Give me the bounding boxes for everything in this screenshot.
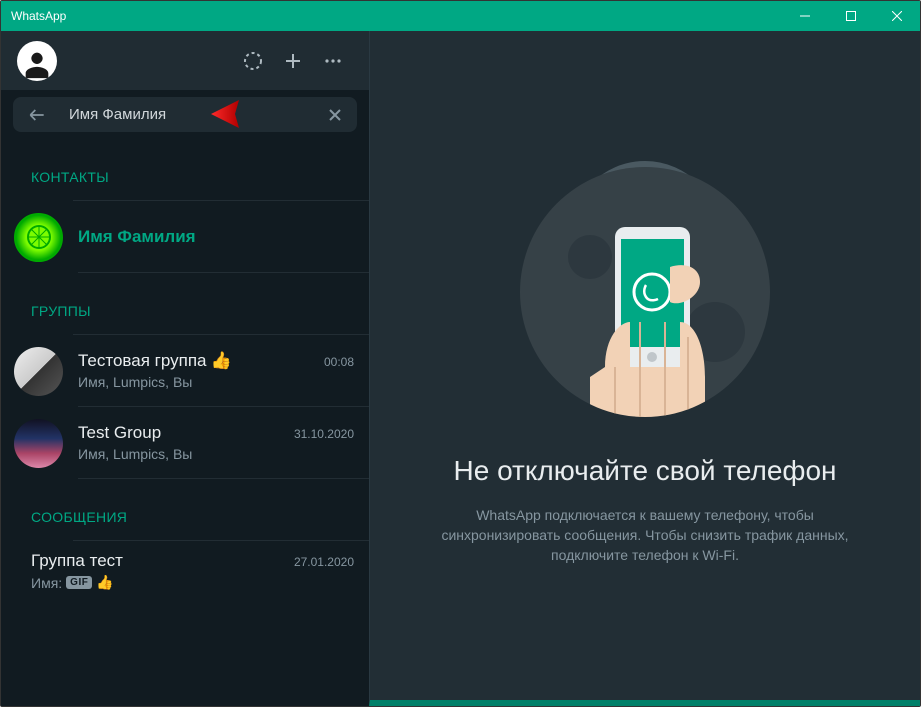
group-row[interactable]: Test Group 31.10.2020 Имя, Lumpics, Вы [1, 407, 369, 479]
group-name: Тестовая группа👍 [78, 351, 324, 371]
dots-icon [321, 49, 345, 73]
lime-icon [24, 222, 54, 252]
sidebar-header [1, 31, 369, 90]
titlebar: WhatsApp [1, 1, 920, 31]
search-results[interactable]: КОНТАКТЫ Имя Фамилия ГРУППЫ [1, 139, 369, 706]
search-box [13, 97, 357, 132]
arrow-left-icon [27, 105, 47, 125]
section-contacts: КОНТАКТЫ [1, 139, 369, 200]
menu-button[interactable] [313, 41, 353, 81]
maximize-button[interactable] [828, 1, 874, 31]
avatar-silhouette-icon [20, 47, 54, 81]
group-row[interactable]: Тестовая группа👍 00:08 Имя, Lumpics, Вы [1, 335, 369, 407]
main-panel: Не отключайте свой телефон WhatsApp подк… [369, 31, 920, 706]
gif-badge: GIF [66, 576, 92, 589]
search-input[interactable] [49, 106, 325, 123]
new-chat-button[interactable] [273, 41, 313, 81]
search-clear-button[interactable] [325, 107, 345, 123]
group-time: 31.10.2020 [294, 427, 354, 441]
content: КОНТАКТЫ Имя Фамилия ГРУППЫ [1, 31, 920, 706]
group-members: Имя, Lumpics, Вы [78, 446, 354, 462]
message-time: 27.01.2020 [294, 555, 354, 569]
sidebar: КОНТАКТЫ Имя Фамилия ГРУППЫ [1, 31, 369, 706]
group-avatar [14, 347, 63, 396]
section-groups: ГРУППЫ [1, 273, 369, 334]
thumbs-up-icon: 👍 [96, 574, 113, 591]
maximize-icon [846, 11, 856, 21]
contact-name: Имя Фамилия [78, 227, 354, 247]
message-row[interactable]: Группа тест 27.01.2020 Имя: GIF 👍 [1, 541, 369, 601]
main-title: Не отключайте свой телефон [454, 455, 837, 487]
group-avatar [14, 419, 63, 468]
minimize-icon [800, 11, 810, 21]
phone-hand-icon [520, 167, 770, 417]
x-icon [327, 107, 343, 123]
search-row [1, 90, 369, 139]
plus-icon [281, 49, 305, 73]
thumbs-up-icon: 👍 [211, 351, 232, 371]
message-chat-name: Группа тест [31, 551, 294, 571]
group-time: 00:08 [324, 355, 354, 369]
close-icon [892, 11, 902, 21]
group-name: Test Group [78, 423, 294, 443]
status-button[interactable] [233, 41, 273, 81]
search-back-button[interactable] [25, 105, 49, 125]
window-controls [782, 1, 920, 31]
status-icon [241, 49, 265, 73]
close-button[interactable] [874, 1, 920, 31]
section-messages: СООБЩЕНИЯ [1, 479, 369, 540]
group-members: Имя, Lumpics, Вы [78, 374, 354, 390]
hero-illustration [520, 167, 770, 417]
contact-avatar [14, 213, 63, 262]
app-window: WhatsApp [0, 0, 921, 707]
message-preview: Имя: GIF 👍 [31, 574, 354, 591]
titlebar-title: WhatsApp [1, 9, 782, 23]
minimize-button[interactable] [782, 1, 828, 31]
contact-row[interactable]: Имя Фамилия [1, 201, 369, 273]
main-description: WhatsApp подключается к вашему телефону,… [425, 505, 865, 565]
profile-avatar[interactable] [17, 41, 57, 81]
